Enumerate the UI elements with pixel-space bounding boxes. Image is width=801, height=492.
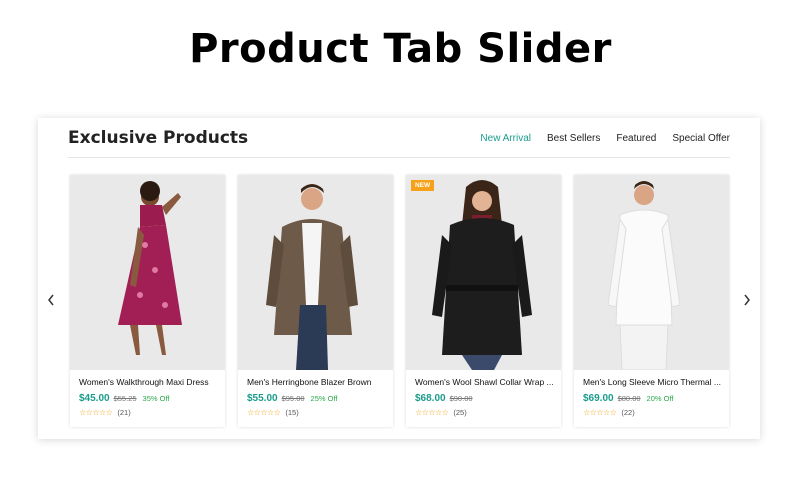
product-image[interactable] <box>238 175 393 370</box>
star-outline-icon: ☆☆☆☆☆ <box>79 407 113 417</box>
price-row: $68.00 $90.00 <box>415 393 473 404</box>
product-discount: 25% Off <box>310 394 338 403</box>
tab-bar: New Arrival Best Sellers Featured Specia… <box>480 133 730 144</box>
tab-special-offer[interactable]: Special Offer <box>672 133 730 144</box>
product-price: $69.00 <box>583 393 614 404</box>
product-image[interactable]: NEW <box>406 175 561 370</box>
product-price: $68.00 <box>415 393 446 404</box>
section-title: Exclusive Products <box>68 128 249 148</box>
product-card[interactable]: Women's Walkthrough Maxi Dress $45.00 $5… <box>70 175 225 427</box>
product-card[interactable]: NEW Women's Wool Shawl Collar Wrap ... $… <box>406 175 561 427</box>
page-title: Product Tab Slider <box>189 26 612 72</box>
product-image[interactable] <box>70 175 225 370</box>
rating-row: ☆☆☆☆☆ (25) <box>415 408 467 417</box>
product-name[interactable]: Men's Herringbone Blazer Brown <box>247 377 387 387</box>
review-count: (21) <box>117 408 131 417</box>
product-discount: 20% Off <box>646 394 674 403</box>
price-row: $55.00 $95.00 25% Off <box>247 393 338 404</box>
product-image[interactable] <box>574 175 729 370</box>
new-badge: NEW <box>411 180 435 191</box>
price-row: $69.00 $80.00 20% Off <box>583 393 674 404</box>
product-old-price: $95.00 <box>281 394 305 403</box>
star-outline-icon: ☆☆☆☆☆ <box>247 407 281 417</box>
product-price: $45.00 <box>79 393 110 404</box>
tab-featured[interactable]: Featured <box>616 133 656 144</box>
star-outline-icon: ☆☆☆☆☆ <box>415 407 449 417</box>
product-price: $55.00 <box>247 393 278 404</box>
rating-row: ☆☆☆☆☆ (15) <box>247 408 299 417</box>
product-old-price: $55.25 <box>113 394 137 403</box>
chevron-right-icon <box>744 294 750 306</box>
next-arrow-button[interactable] <box>740 290 754 310</box>
product-name[interactable]: Women's Wool Shawl Collar Wrap ... <box>415 377 555 387</box>
rating-row: ☆☆☆☆☆ (22) <box>583 408 635 417</box>
product-discount: 35% Off <box>142 394 170 403</box>
tab-best-sellers[interactable]: Best Sellers <box>547 133 600 144</box>
tab-new-arrival[interactable]: New Arrival <box>480 133 531 144</box>
price-row: $45.00 $55.25 35% Off <box>79 393 170 404</box>
product-card[interactable]: Men's Long Sleeve Micro Thermal ... $69.… <box>574 175 729 427</box>
product-old-price: $80.00 <box>617 394 641 403</box>
chevron-left-icon <box>48 294 54 306</box>
star-outline-icon: ☆☆☆☆☆ <box>583 407 617 417</box>
product-name[interactable]: Men's Long Sleeve Micro Thermal ... <box>583 377 723 387</box>
product-card[interactable]: Men's Herringbone Blazer Brown $55.00 $9… <box>238 175 393 427</box>
product-name[interactable]: Women's Walkthrough Maxi Dress <box>79 377 219 387</box>
widget-header: Exclusive Products New Arrival Best Sell… <box>68 128 730 158</box>
review-count: (15) <box>285 408 299 417</box>
review-count: (25) <box>453 408 467 417</box>
product-old-price: $90.00 <box>449 394 473 403</box>
prev-arrow-button[interactable] <box>44 290 58 310</box>
review-count: (22) <box>621 408 635 417</box>
product-tab-slider: Exclusive Products New Arrival Best Sell… <box>38 118 760 439</box>
rating-row: ☆☆☆☆☆ (21) <box>79 408 131 417</box>
